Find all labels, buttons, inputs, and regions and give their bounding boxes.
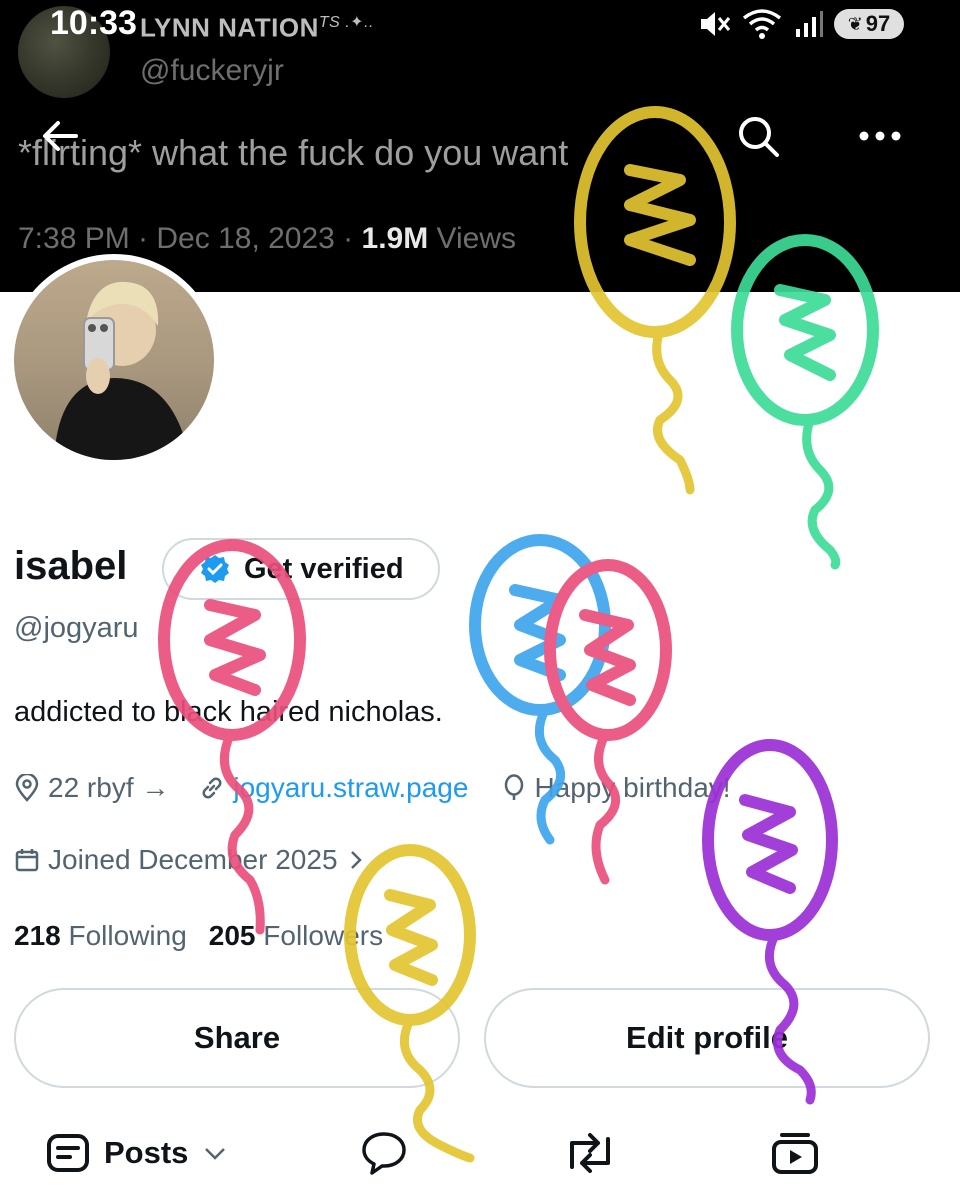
birthday-item: Happy birthday! xyxy=(502,772,731,804)
banner-handle: @fuckeryjr xyxy=(140,54,284,87)
chevron-down-icon xyxy=(205,1148,226,1160)
followers-link[interactable]: 205 Followers xyxy=(209,920,383,952)
chevron-right-icon xyxy=(350,851,362,869)
link-icon xyxy=(202,777,222,799)
location-item: 22 rbyf → xyxy=(14,772,169,804)
profile-bio: addicted to black haired nicholas. xyxy=(14,696,443,728)
joined-item[interactable]: Joined December 2025 xyxy=(14,844,366,876)
followers-count: 205 xyxy=(208,920,256,951)
location-pin-icon xyxy=(15,774,39,802)
repost-icon xyxy=(570,1133,610,1173)
get-verified-button[interactable]: Get verified xyxy=(162,538,440,600)
banner-tweet-time: 7:38 PM · Dec 18, 2023 · xyxy=(18,222,362,255)
birthday-text: Happy birthday! xyxy=(534,772,731,803)
profile-name: isabel xyxy=(14,544,128,588)
balloon-icon xyxy=(505,774,524,800)
search-button[interactable] xyxy=(728,106,788,166)
banner-display-name-suffix: TS .✦.. xyxy=(318,14,374,31)
profile-banner: LYNN NATIONTS .✦.. @fuckeryjr *flirting*… xyxy=(0,0,960,292)
mute-icon xyxy=(701,12,731,36)
banner-display-name: LYNN NATIONTS .✦.. xyxy=(140,12,374,44)
following-label: Following xyxy=(68,920,187,951)
status-time: 10:33 xyxy=(50,4,137,42)
more-icon xyxy=(859,131,901,141)
signal-icon xyxy=(796,11,823,37)
tab-reposts[interactable] xyxy=(562,1122,618,1184)
edit-profile-button[interactable]: Edit profile xyxy=(484,988,930,1088)
website-item[interactable]: jogyaru.straw.page xyxy=(199,772,468,804)
arrow-left-icon xyxy=(43,121,78,151)
battery-leaf-icon: ❦ xyxy=(847,13,863,34)
website-link[interactable]: jogyaru.straw.page xyxy=(233,772,468,804)
followers-label: Followers xyxy=(263,920,384,951)
tab-posts[interactable]: Posts xyxy=(46,1122,228,1184)
posts-icon xyxy=(47,1134,89,1172)
profile-meta-row: 22 rbyf → jogyaru.straw.page Happy birth… xyxy=(14,772,731,804)
profile-avatar[interactable] xyxy=(8,254,220,466)
banner-tweet-text: *flirting* what the fuck do you want xyxy=(18,132,569,173)
status-icons: ❦ 97 xyxy=(698,8,904,40)
profile-handle: @jogyaru xyxy=(14,612,139,644)
reply-bubble-icon xyxy=(362,1132,406,1175)
tab-replies[interactable] xyxy=(360,1122,408,1184)
following-link[interactable]: 218 Following xyxy=(14,920,187,952)
profile-tab-bar: Posts xyxy=(0,1122,960,1192)
location-text: 22 rbyf → xyxy=(48,772,170,803)
verified-badge-icon xyxy=(201,555,229,583)
battery-level: 97 xyxy=(865,11,891,36)
search-icon xyxy=(739,117,779,157)
banner-views-label: Views xyxy=(428,222,517,255)
more-button[interactable] xyxy=(850,106,910,166)
following-count: 218 xyxy=(14,920,61,951)
back-button[interactable] xyxy=(30,106,90,166)
get-verified-label: Get verified xyxy=(244,552,404,585)
tab-posts-label: Posts xyxy=(104,1135,189,1170)
share-button[interactable]: Share xyxy=(14,988,460,1088)
battery-indicator: ❦ 97 xyxy=(834,9,904,39)
tab-media[interactable] xyxy=(770,1122,820,1184)
joined-text: Joined December 2025 xyxy=(48,844,338,875)
banner-views-count: 1.9M xyxy=(361,222,429,255)
calendar-icon xyxy=(15,849,39,872)
wifi-icon xyxy=(742,9,782,39)
video-icon xyxy=(772,1133,818,1174)
banner-display-name-text: LYNN NATION xyxy=(140,12,319,43)
banner-tweet-meta: 7:38 PM · Dec 18, 2023 · 1.9M Views xyxy=(18,222,516,256)
profile-avatar-photo xyxy=(14,260,214,460)
avatar-portrait xyxy=(54,281,190,460)
balloon-pink-right xyxy=(544,559,672,885)
follow-stats: 218 Following 205 Followers xyxy=(14,920,383,952)
